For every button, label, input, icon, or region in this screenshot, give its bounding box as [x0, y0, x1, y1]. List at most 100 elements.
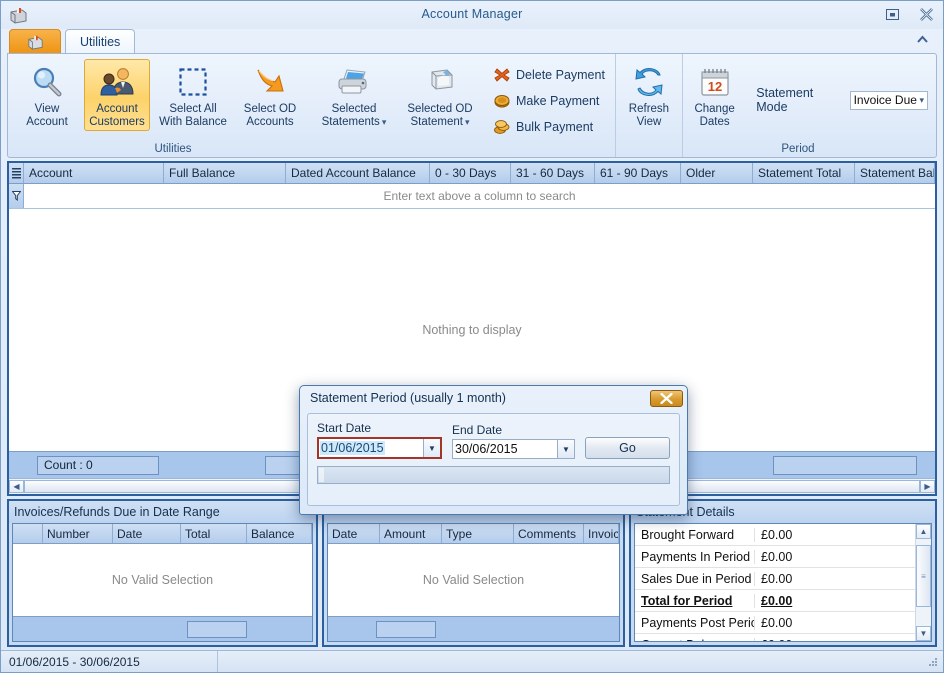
grid-col-61-90-days[interactable]: 61 - 90 Days — [595, 163, 681, 183]
details-vertical-scrollbar[interactable]: ▲ ≡ ▼ — [915, 524, 931, 641]
change-dates-line1: Change — [694, 103, 735, 115]
chevron-down-icon[interactable]: ▾ — [382, 117, 387, 127]
view-account-line1: View — [34, 103, 60, 115]
close-button[interactable] — [917, 5, 935, 23]
details-row-value: £0.00 — [761, 527, 793, 542]
resize-grip-icon[interactable] — [927, 656, 939, 668]
make-payment-label: Make Payment — [516, 93, 600, 108]
selected-od-statement-line1: Selected OD — [407, 103, 473, 115]
grid-header-row: Account Full Balance Dated Account Balan… — [9, 163, 935, 184]
progress-fill — [319, 468, 324, 482]
change-dates-button[interactable]: 12 Change Dates — [685, 59, 744, 131]
payments-panel: Date Amount Type Comments Invoice/ No Va… — [322, 499, 625, 647]
details-row[interactable]: Payments Post Period £0.00 — [635, 612, 915, 634]
restore-button[interactable] — [883, 5, 901, 23]
refresh-view-button[interactable]: Refresh View — [618, 59, 680, 131]
statement-mode-select[interactable]: Invoice Due af ▾ — [849, 90, 928, 110]
details-row[interactable]: Sales Due in Period £0.00 — [635, 568, 915, 590]
go-button[interactable]: Go — [585, 437, 670, 459]
ribbon-tab-strip: Utilities — [1, 29, 943, 53]
refresh-view-line1: Refresh — [628, 103, 670, 115]
payments-col-invoice[interactable]: Invoice/ — [584, 524, 619, 543]
invoices-col-date[interactable]: Date — [113, 524, 181, 543]
end-date-dropdown-icon[interactable]: ▼ — [557, 440, 574, 458]
details-row-label: Sales Due in Period — [635, 571, 755, 586]
chevron-down-icon[interactable]: ▾ — [919, 95, 924, 106]
payments-col-comments[interactable]: Comments — [514, 524, 584, 543]
selected-statements-line2: Statements ▾ — [322, 116, 387, 129]
payments-col-amount[interactable]: Amount — [380, 524, 442, 543]
details-row-label: Total for Period — [635, 593, 755, 608]
delete-payment-label: Delete Payment — [516, 67, 605, 82]
end-date-input[interactable]: 30/06/2015 ▼ — [452, 439, 575, 459]
details-scroll-thumb[interactable]: ≡ — [916, 545, 931, 607]
tab-application-menu[interactable] — [9, 29, 61, 53]
filter-funnel-icon[interactable] — [9, 184, 24, 208]
tab-utilities[interactable]: Utilities — [65, 29, 136, 53]
bulk-payment-button[interactable]: Bulk Payment — [490, 115, 611, 138]
account-customers-button[interactable]: Account Customers — [84, 59, 150, 131]
scroll-right-icon[interactable]: ▶ — [920, 480, 935, 493]
start-date-value-text: 01/06/2015 — [320, 441, 385, 455]
window-title: Account Manager — [421, 7, 523, 21]
details-grid: Brought Forward £0.00 Payments In Period… — [634, 523, 932, 642]
details-row-value: £0.00 — [761, 593, 793, 608]
details-row-label: Payments In Period — [635, 549, 755, 564]
grid-col-full-balance[interactable]: Full Balance — [164, 163, 286, 183]
dialog-progress-bar — [317, 466, 670, 484]
grid-col-dated-account-balance[interactable]: Dated Account Balance — [286, 163, 430, 183]
start-date-value: 01/06/2015 — [320, 441, 423, 455]
grid-col-account[interactable]: Account — [24, 163, 164, 183]
grid-col-older[interactable]: Older — [681, 163, 753, 183]
ribbon: View Account Account Customers Select Al… — [7, 53, 937, 158]
invoices-panel-title: Invoices/Refunds Due in Date Range — [9, 501, 316, 523]
selected-od-statement-button[interactable]: Selected OD Statement ▾ — [398, 59, 482, 131]
dialog-body: Start Date 01/06/2015 ▼ End Date 30/06/2… — [307, 413, 680, 506]
collapse-ribbon-icon[interactable] — [916, 33, 929, 47]
svg-text:12: 12 — [707, 79, 721, 94]
start-date-input[interactable]: 01/06/2015 ▼ — [317, 437, 442, 459]
delete-payment-button[interactable]: Delete Payment — [490, 63, 611, 86]
invoices-col-number[interactable]: Number — [43, 524, 113, 543]
select-od-accounts-button[interactable]: Select OD Accounts — [236, 59, 304, 131]
printer-icon — [335, 65, 373, 99]
payments-col-date[interactable]: Date — [328, 524, 380, 543]
details-list: Brought Forward £0.00 Payments In Period… — [635, 524, 931, 641]
select-all-line2: With Balance — [159, 116, 227, 128]
payments-col-type[interactable]: Type — [442, 524, 514, 543]
invoices-col-blank[interactable] — [13, 524, 43, 543]
invoices-col-total[interactable]: Total — [181, 524, 247, 543]
view-account-button[interactable]: View Account — [14, 59, 80, 131]
select-all-with-balance-button[interactable]: Select All With Balance — [154, 59, 232, 131]
scroll-left-icon[interactable]: ◀ — [9, 480, 24, 493]
scroll-down-icon[interactable]: ▼ — [916, 626, 931, 641]
grid-filter-hint[interactable]: Enter text above a column to search — [24, 184, 935, 208]
selected-statements-line1: Selected — [331, 103, 377, 115]
make-payment-button[interactable]: Make Payment — [490, 89, 611, 112]
grid-col-statement-total[interactable]: Statement Total — [753, 163, 855, 183]
statement-period-dialog: Statement Period (usually 1 month) Start… — [299, 385, 688, 515]
details-scroll-track[interactable]: ≡ — [916, 539, 931, 626]
grid-col-statement-balance[interactable]: Statement Balance — [855, 163, 935, 183]
details-row[interactable]: Brought Forward £0.00 — [635, 524, 915, 546]
selected-statements-line2-text: Statements — [321, 116, 380, 128]
ribbon-group-utilities: View Account Account Customers Select Al… — [8, 54, 615, 157]
details-row-label: Payments Post Period — [635, 615, 755, 630]
grid-col-31-60-days[interactable]: 31 - 60 Days — [511, 163, 595, 183]
scroll-up-icon[interactable]: ▲ — [916, 524, 931, 539]
details-row-total[interactable]: Total for Period £0.00 — [635, 590, 915, 612]
grid-column-chooser-icon[interactable] — [9, 163, 24, 183]
dialog-close-button[interactable] — [650, 389, 683, 407]
dialog-title: Statement Period (usually 1 month) — [310, 391, 506, 405]
invoices-empty-message: No Valid Selection — [111, 573, 214, 587]
payments-empty-message: No Valid Selection — [422, 573, 525, 587]
invoices-col-balance[interactable]: Balance — [247, 524, 312, 543]
grid-col-0-30-days[interactable]: 0 - 30 Days — [430, 163, 511, 183]
details-row[interactable]: Payments In Period £0.00 — [635, 546, 915, 568]
chevron-down-icon[interactable]: ▾ — [465, 117, 470, 127]
ribbon-group-period-label: Period — [781, 143, 815, 155]
selected-statements-button[interactable]: Selected Statements ▾ — [314, 59, 394, 131]
start-date-dropdown-icon[interactable]: ▼ — [423, 439, 440, 457]
details-row[interactable]: Current Balance £0.00 — [635, 634, 915, 641]
window-controls — [883, 5, 935, 23]
